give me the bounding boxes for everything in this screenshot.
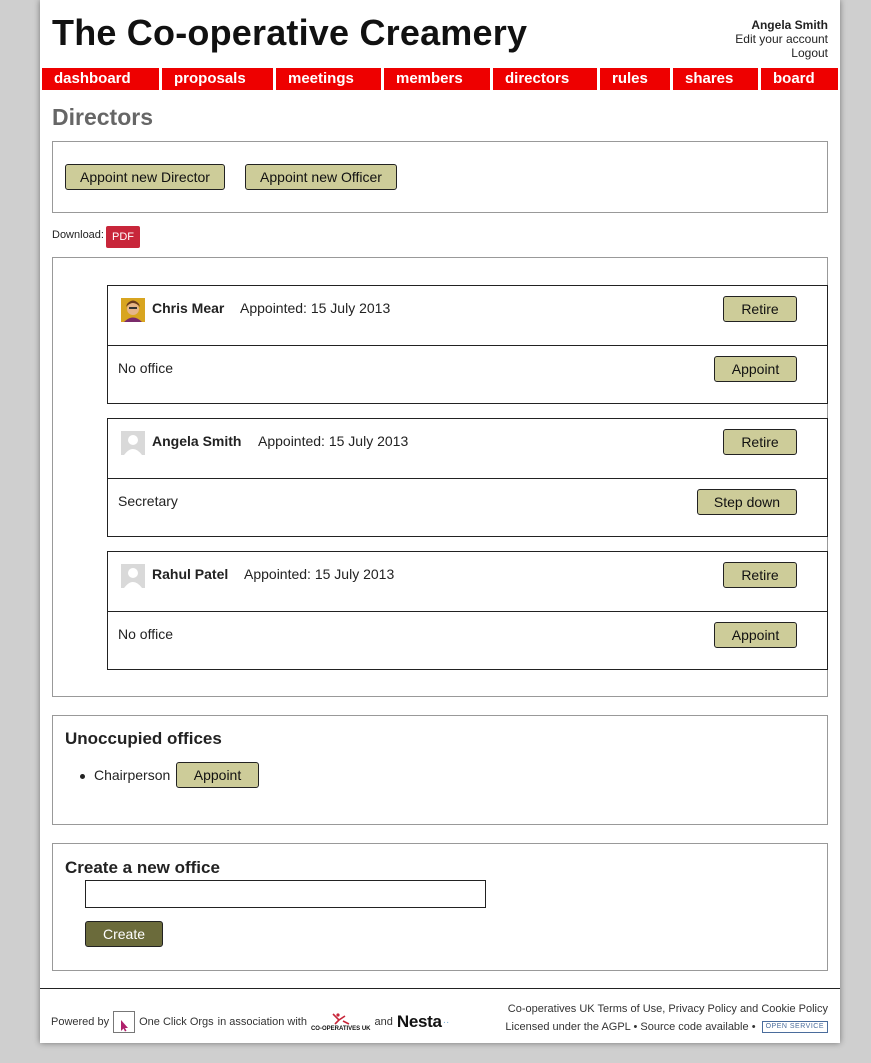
nesta-logo[interactable]: Nesta [397,1012,442,1032]
appoint-new-officer-button[interactable]: Appoint new Officer [245,164,397,190]
logout-link[interactable]: Logout [735,46,828,60]
and-label-2: and [739,1003,759,1015]
retire-button[interactable]: Retire [723,429,797,455]
unoccupied-offices-title: Unoccupied offices [65,729,222,748]
unoccupied-office-name: Chairperson [94,767,171,783]
director-appointed-date: Appointed: 15 July 2013 [240,300,391,316]
footer-legal: Co-operatives UK Terms of Use, Privacy P… [505,1000,828,1036]
director-card: Rahul Patel Appointed: 15 July 2013 Reti… [107,551,828,670]
one-click-orgs-logo-icon [113,1011,136,1033]
nav-tab-members[interactable]: members [384,68,493,90]
and-label: and [374,1016,393,1028]
director-office: No office [118,626,173,642]
separator-bullet: • [751,1021,756,1033]
director-appointed-date: Appointed: 15 July 2013 [244,566,395,582]
create-office-panel: Create a new office Create [52,843,828,971]
cooperatives-uk-logo-icon [332,1012,350,1025]
director-card-header: Chris Mear Appointed: 15 July 2013 Retir… [108,286,827,346]
site-title: The Co-operative Creamery [52,12,528,53]
nav-tab-shares[interactable]: shares [673,68,761,90]
footer-legal-line-2: Licensed under the AGPL • Source code av… [505,1018,828,1036]
create-office-button[interactable]: Create [85,921,163,947]
nav-tab-rules[interactable]: rules [600,68,673,90]
cooperatives-uk-logo-text: CO-OPERATIVES UK [310,1025,371,1032]
director-card-office: No office Appoint [108,346,827,404]
page-title: Directors [52,104,153,130]
list-bullet [80,774,85,779]
footer-credits: Powered by One Click Orgs in association… [51,1011,449,1033]
main-nav: dashboard proposals meetings members dir… [42,68,838,90]
powered-by-label: Powered by [51,1016,110,1028]
new-office-name-input[interactable] [85,880,486,908]
director-card: Angela Smith Appointed: 15 July 2013 Ret… [107,418,828,537]
director-appointed-date: Appointed: 15 July 2013 [258,433,409,449]
default-avatar-icon [121,564,145,588]
privacy-link[interactable]: Privacy Policy [668,1003,736,1015]
actions-panel: Appoint new Director Appoint new Officer [52,141,828,213]
download-pdf-button[interactable]: PDF [106,226,140,248]
one-click-orgs-link[interactable]: One Click Orgs [139,1016,214,1028]
appoint-office-button[interactable]: Appoint [714,356,797,382]
appoint-chairperson-button[interactable]: Appoint [176,762,259,788]
nav-tab-directors[interactable]: directors [493,68,600,90]
director-name: Rahul Patel [152,566,229,582]
download-label: Download: [52,229,104,241]
terms-link[interactable]: Terms of Use [597,1003,662,1015]
retire-button[interactable]: Retire [723,562,797,588]
cooperatives-uk-logo[interactable]: CO-OPERATIVES UK [311,1012,371,1033]
director-card: Chris Mear Appointed: 15 July 2013 Retir… [107,285,828,404]
director-office: No office [118,360,173,376]
cookie-link[interactable]: Cookie Policy [761,1003,828,1015]
association-label: in association with [217,1016,307,1028]
director-card-office: No office Appoint [108,612,827,670]
retire-button[interactable]: Retire [723,296,797,322]
director-photo-avatar-icon [121,298,145,322]
create-office-title: Create a new office [65,858,220,877]
director-office: Secretary [118,493,178,509]
directors-panel: Chris Mear Appointed: 15 July 2013 Retir… [52,257,828,697]
appoint-office-button[interactable]: Appoint [714,622,797,648]
open-service-badge[interactable]: OPEN SERVICE [761,1021,828,1034]
account-panel: Angela Smith Edit your account Logout [735,18,828,60]
account-user-name: Angela Smith [751,18,828,32]
director-name: Angela Smith [152,433,242,449]
source-code-link[interactable]: Source code available [640,1021,748,1033]
footer-divider [40,988,840,989]
page: The Co-operative Creamery Angela Smith E… [40,0,840,1043]
footer-legal-line-1: Co-operatives UK Terms of Use, Privacy P… [505,1000,828,1018]
director-card-header: Angela Smith Appointed: 15 July 2013 Ret… [108,419,827,479]
agpl-link[interactable]: Licensed under the AGPL [505,1021,630,1033]
appoint-new-director-button[interactable]: Appoint new Director [65,164,225,190]
coops-uk-label: Co-operatives UK [507,1003,595,1015]
nav-tab-meetings[interactable]: meetings [276,68,384,90]
default-avatar-icon [121,431,145,455]
director-card-office: Secretary Step down [108,479,827,537]
director-card-header: Rahul Patel Appointed: 15 July 2013 Reti… [108,552,827,612]
step-down-button[interactable]: Step down [697,489,797,515]
nav-tab-proposals[interactable]: proposals [162,68,276,90]
separator-bullet: • [633,1021,638,1033]
unoccupied-offices-panel: Unoccupied offices Chairperson Appoint [52,715,828,825]
edit-account-link[interactable]: Edit your account [735,32,828,46]
nav-tab-dashboard[interactable]: dashboard [42,68,162,90]
nesta-dots-icon: ·· [442,1016,450,1028]
director-name: Chris Mear [152,300,225,316]
nav-tab-board[interactable]: board [761,68,838,90]
